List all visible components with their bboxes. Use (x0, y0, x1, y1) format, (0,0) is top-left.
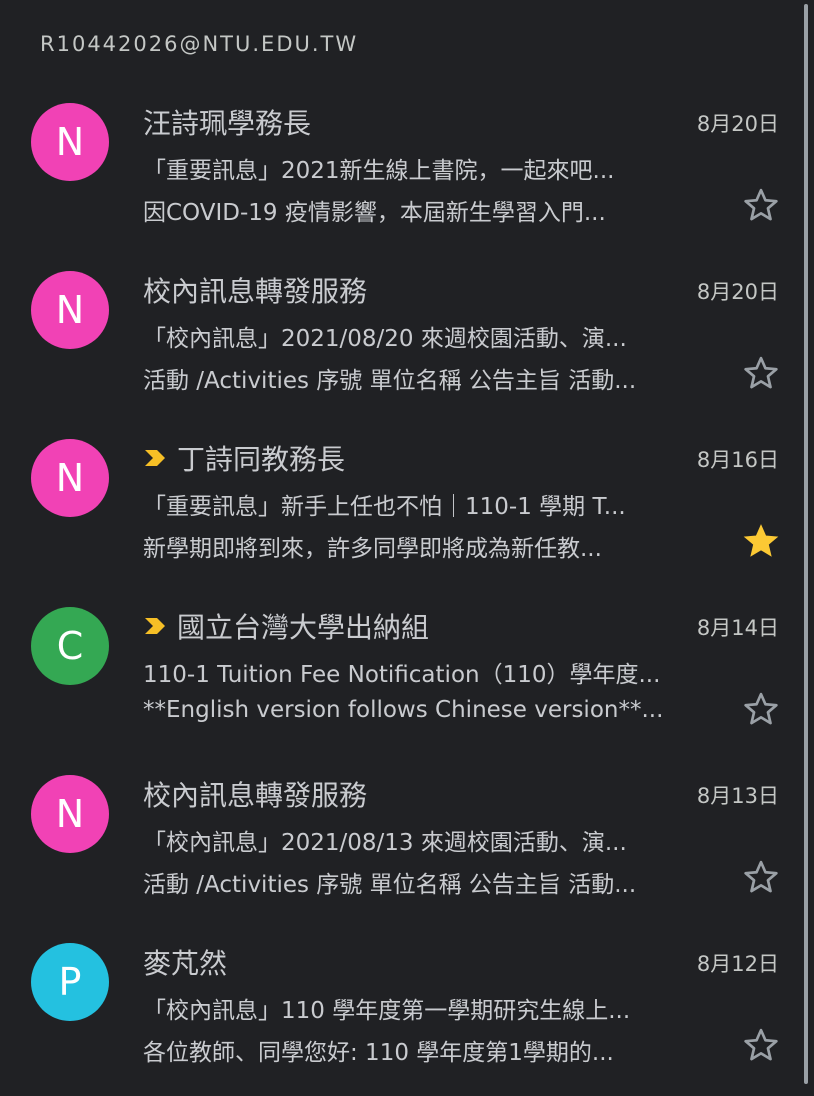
sender-line: 校內訊息轉發服務 (143, 270, 367, 310)
star-filled-icon[interactable] (742, 522, 780, 560)
email-row[interactable]: N 汪詩珮學務長 8月20日 「重要訊息」2021新生線上書院，一起來吧... … (0, 88, 800, 256)
email-row[interactable]: N 校內訊息轉發服務 8月20日 「校內訊息」2021/08/20 來週校園活動… (0, 256, 800, 424)
email-row[interactable]: N 丁詩同教務長 8月16日 「重要訊息」新手上任也不怕｜110-1 學期 T.… (0, 424, 800, 592)
important-marker-icon (145, 450, 165, 466)
sender-name: 校內訊息轉發服務 (143, 275, 368, 308)
sender-line: 國立台灣大學出納組 (143, 606, 429, 646)
email-snippet: 新學期即將到來，許多同學即將成為新任教... (143, 536, 602, 562)
star-outline-icon[interactable] (742, 354, 780, 392)
email-date: 8月14日 (696, 616, 779, 640)
sender-line: 汪詩珮學務長 (143, 102, 311, 142)
scrollbar[interactable] (804, 4, 808, 1084)
email-row[interactable]: C 國立台灣大學出納組 8月14日 110-1 Tuition Fee Noti… (0, 592, 800, 760)
email-list: N 汪詩珮學務長 8月20日 「重要訊息」2021新生線上書院，一起來吧... … (0, 88, 800, 1096)
email-snippet: 各位教師、同學您好: 110 學年度第1學期的... (143, 1040, 614, 1066)
email-subject: 「重要訊息」新手上任也不怕｜110-1 學期 T... (143, 494, 626, 520)
sender-name: 汪詩珮學務長 (143, 107, 312, 140)
sender-avatar[interactable]: N (31, 775, 109, 853)
email-subject: 「校內訊息」110 學年度第一學期研究生線上... (143, 998, 631, 1024)
sender-name: 國立台灣大學出納組 (177, 611, 430, 644)
email-date: 8月16日 (696, 448, 779, 472)
email-snippet: 活動 /Activities 序號 單位名稱 公告主旨 活動... (143, 872, 637, 898)
sender-avatar[interactable]: N (31, 271, 109, 349)
sender-avatar[interactable]: N (31, 103, 109, 181)
star-outline-icon[interactable] (742, 186, 780, 224)
star-outline-icon[interactable] (742, 690, 780, 728)
sender-line: 麥芃然 (143, 942, 227, 982)
sender-line: 丁詩同教務長 (143, 438, 345, 478)
email-date: 8月20日 (696, 280, 779, 304)
sender-avatar[interactable]: N (31, 439, 109, 517)
email-snippet: 因COVID-19 疫情影響，本屆新生學習入門... (143, 200, 606, 226)
important-marker-icon (145, 618, 165, 634)
email-subject: 110-1 Tuition Fee Notification（110）學年度..… (143, 662, 661, 688)
sender-name: 校內訊息轉發服務 (143, 779, 368, 812)
sender-avatar[interactable]: C (31, 607, 109, 685)
email-date: 8月12日 (696, 952, 779, 976)
sender-line: 校內訊息轉發服務 (143, 774, 367, 814)
star-outline-icon[interactable] (742, 1026, 780, 1064)
email-snippet: **English version follows Chinese versio… (143, 697, 664, 723)
email-date: 8月13日 (696, 784, 779, 808)
account-email: R10442026@NTU.EDU.TW (40, 32, 359, 56)
star-outline-icon[interactable] (742, 858, 780, 896)
email-row[interactable]: P 麥芃然 8月12日 「校內訊息」110 學年度第一學期研究生線上... 各位… (0, 928, 800, 1096)
email-snippet: 活動 /Activities 序號 單位名稱 公告主旨 活動... (143, 368, 637, 394)
email-subject: 「校內訊息」2021/08/20 來週校園活動、演... (143, 326, 627, 352)
sender-avatar[interactable]: P (31, 943, 109, 1021)
email-subject: 「校內訊息」2021/08/13 來週校園活動、演... (143, 830, 627, 856)
sender-name: 麥芃然 (143, 947, 228, 980)
email-subject: 「重要訊息」2021新生線上書院，一起來吧... (143, 158, 615, 184)
sender-name: 丁詩同教務長 (177, 443, 346, 476)
email-date: 8月20日 (696, 112, 779, 136)
email-row[interactable]: N 校內訊息轉發服務 8月13日 「校內訊息」2021/08/13 來週校園活動… (0, 760, 800, 928)
